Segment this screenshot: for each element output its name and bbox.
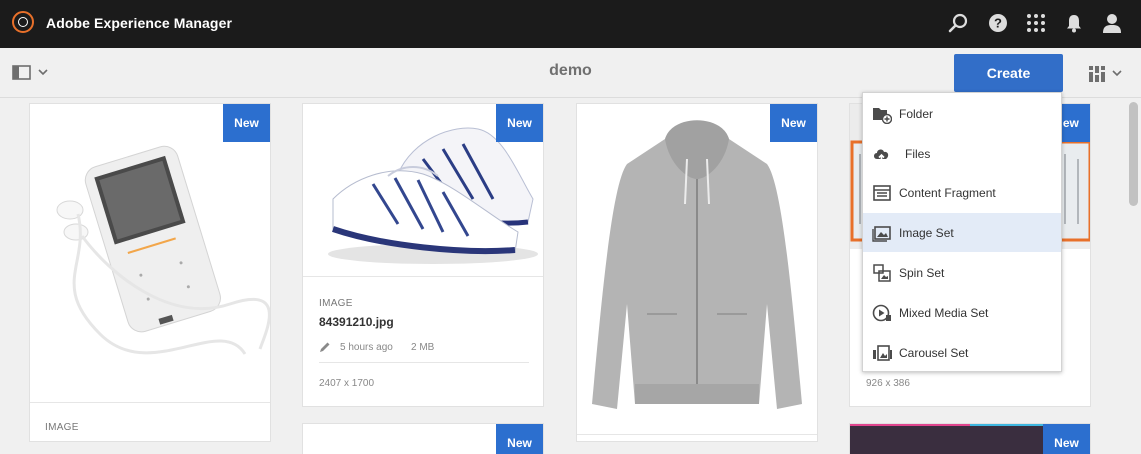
new-badge: New bbox=[1043, 424, 1090, 454]
apps-grid-icon[interactable] bbox=[1025, 12, 1047, 34]
asset-card[interactable]: New bbox=[850, 424, 1090, 454]
menu-item-content-fragment[interactable]: Content Fragment bbox=[863, 173, 1061, 212]
card-divider bbox=[577, 434, 817, 435]
image-set-icon bbox=[872, 225, 891, 242]
svg-text:?: ? bbox=[994, 16, 1002, 31]
card-divider bbox=[30, 402, 270, 403]
new-badge: New bbox=[223, 104, 270, 142]
page-scrollbar[interactable] bbox=[1126, 98, 1141, 441]
pencil-icon bbox=[320, 342, 330, 352]
asset-card[interactable]: New bbox=[303, 424, 543, 454]
asset-name[interactable]: 84391210.jpg bbox=[319, 315, 394, 329]
help-icon[interactable]: ? bbox=[987, 12, 1009, 34]
modified-time: 5 hours ago bbox=[340, 342, 393, 353]
asset-type: IMAGE bbox=[45, 422, 79, 433]
cloud-upload-icon bbox=[874, 148, 889, 162]
asset-dimensions: 926 x 386 bbox=[866, 378, 910, 389]
app-title[interactable]: Adobe Experience Manager bbox=[46, 15, 232, 31]
user-icon[interactable] bbox=[1101, 12, 1123, 34]
card-divider bbox=[303, 276, 543, 277]
asset-card[interactable]: New IMAGE 84391210.jpg 5 hours ago 2 MB … bbox=[303, 104, 543, 406]
menu-item-label: Spin Set bbox=[899, 265, 945, 280]
menu-item-label: Folder bbox=[899, 106, 934, 121]
menu-item-image-set[interactable]: Image Set bbox=[863, 213, 1061, 252]
spin-set-icon bbox=[873, 263, 891, 282]
folder-add-icon bbox=[873, 107, 892, 124]
create-button[interactable]: Create bbox=[954, 54, 1063, 92]
top-header: Adobe Experience Manager ? bbox=[0, 0, 1141, 48]
new-badge: New bbox=[496, 104, 543, 142]
search-icon[interactable] bbox=[948, 12, 970, 34]
menu-item-mixed-media-set[interactable]: Mixed Media Set bbox=[863, 293, 1061, 332]
view-switcher-icon[interactable] bbox=[1088, 65, 1128, 83]
action-bar: demo Create bbox=[0, 48, 1141, 98]
menu-item-label: Files bbox=[905, 146, 931, 161]
menu-item-label: Image Set bbox=[899, 225, 954, 240]
new-badge: New bbox=[496, 424, 543, 454]
carousel-set-icon bbox=[873, 344, 892, 361]
bell-icon[interactable] bbox=[1063, 12, 1085, 34]
card-divider bbox=[319, 362, 529, 363]
scrollbar-thumb[interactable] bbox=[1129, 102, 1138, 206]
file-size: 2 MB bbox=[411, 342, 435, 353]
aem-logo-icon[interactable] bbox=[12, 11, 34, 33]
menu-item-carousel-set[interactable]: Carousel Set bbox=[863, 333, 1061, 372]
mixed-media-set-icon bbox=[872, 304, 891, 321]
asset-card[interactable]: New bbox=[577, 104, 817, 441]
create-menu: Folder Files Content Fragment Image Set … bbox=[862, 92, 1062, 372]
selection-edge bbox=[850, 424, 970, 426]
menu-item-label: Content Fragment bbox=[899, 185, 996, 200]
menu-item-spin-set[interactable]: Spin Set bbox=[863, 253, 1061, 292]
content-fragment-icon bbox=[873, 184, 891, 201]
menu-item-files[interactable]: Files bbox=[863, 134, 1061, 173]
menu-item-label: Carousel Set bbox=[899, 345, 969, 360]
menu-item-folder[interactable]: Folder bbox=[863, 94, 1061, 133]
asset-dimensions: 2407 x 1700 bbox=[319, 378, 375, 389]
new-badge: New bbox=[770, 104, 817, 142]
asset-card[interactable]: New IMAGE bbox=[30, 104, 270, 441]
asset-type: IMAGE bbox=[319, 298, 353, 309]
menu-item-label: Mixed Media Set bbox=[899, 305, 989, 320]
asset-thumbnail[interactable] bbox=[30, 104, 270, 402]
asset-thumbnail[interactable] bbox=[577, 104, 817, 434]
